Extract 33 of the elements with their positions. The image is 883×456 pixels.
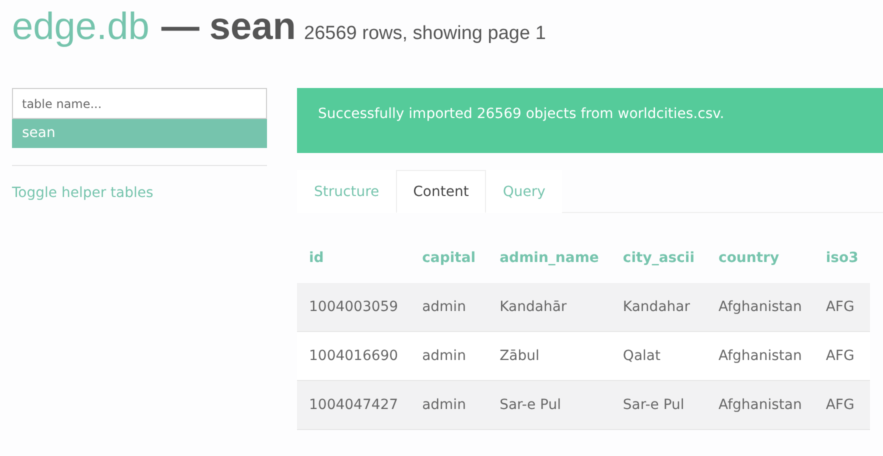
table-cell: AFG — [814, 380, 870, 430]
table-cell: Sar-e Pul — [488, 380, 611, 430]
table-cell: admin — [410, 332, 488, 380]
success-alert: Successfully imported 26569 objects from worldcities.csv. — [297, 88, 883, 153]
title-dash: — — [161, 6, 200, 49]
column-header: admin_name — [488, 233, 611, 283]
table-cell: Kandahar — [610, 283, 707, 332]
row-summary: 26569 rows, showing page 1 — [304, 23, 546, 45]
table-cell: AFG — [814, 283, 870, 332]
toggle-link[interactable]: Toggle helper tables — [12, 185, 154, 201]
table-cell: Afghanistan — [706, 380, 814, 430]
table-cell: AFG — [814, 332, 870, 380]
table-cell: 1004047427 — [297, 380, 410, 430]
table-cell: Zābul — [488, 332, 611, 380]
table-cell: Afghanistan — [706, 332, 814, 380]
column-header: iso3 — [814, 233, 870, 283]
table-cell: admin — [410, 380, 488, 430]
column-header: id — [297, 233, 410, 283]
table-cell: Qalat — [610, 332, 707, 380]
table-cell: 1004016690 — [297, 332, 410, 380]
column-header: city_ascii — [610, 233, 707, 283]
table-cell: Kandahār — [488, 283, 611, 332]
search-field[interactable]: table name... — [12, 88, 267, 119]
tab[interactable]: Content — [396, 170, 486, 213]
table-cell: Sar-e Pul — [610, 380, 707, 430]
column-header: capital — [410, 233, 488, 283]
column-header: country — [706, 233, 814, 283]
table-cell: admin — [410, 283, 488, 332]
table-list-item[interactable]: sean — [12, 119, 267, 148]
table-cell: 1004003059 — [297, 283, 410, 332]
table-title: sean — [209, 6, 296, 49]
table-cell: Afghanistan — [706, 283, 814, 332]
app-title: edge.db — [12, 5, 150, 50]
